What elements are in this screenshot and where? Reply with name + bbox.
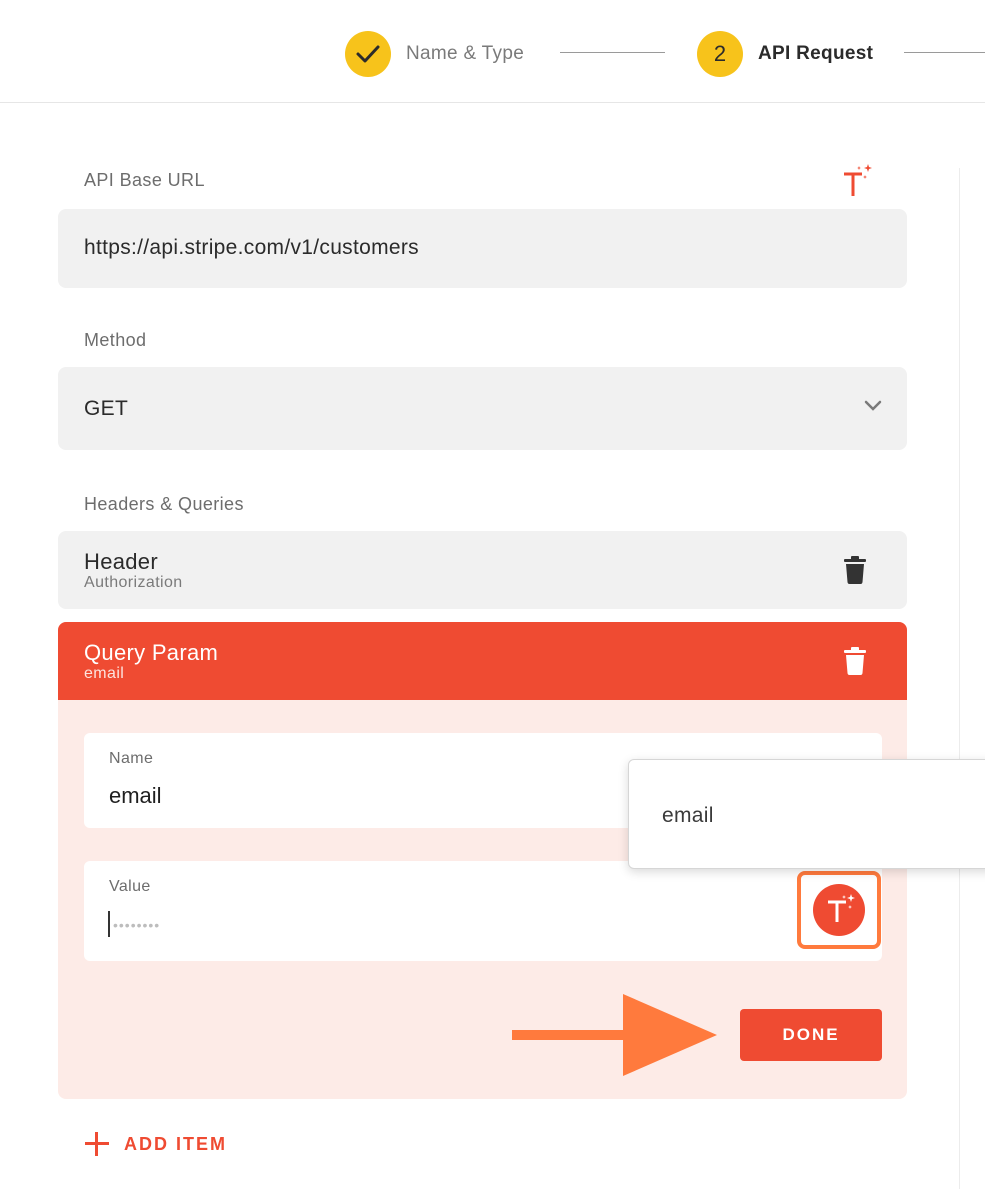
method-label: Method [84, 330, 147, 350]
step-2-active-badge[interactable]: 2 [697, 31, 743, 77]
done-button[interactable]: DONE [740, 1009, 882, 1061]
step-connector [904, 52, 985, 53]
add-item-button[interactable]: ADD ITEM [84, 1128, 227, 1160]
check-icon [356, 45, 380, 63]
trash-icon[interactable] [844, 647, 866, 675]
step-2-label[interactable]: API Request [758, 42, 873, 66]
insert-variable-button[interactable] [797, 871, 881, 949]
t-sparkle-icon[interactable] [838, 162, 878, 202]
step-1-complete-badge[interactable] [345, 31, 391, 77]
wizard-stepper: Name & Type 2 API Request [0, 0, 985, 103]
param-name-value: email [109, 783, 162, 808]
step-2-number: 2 [713, 41, 727, 66]
t-sparkle-icon [813, 884, 865, 936]
param-value-field[interactable]: Value •••••••• [84, 861, 882, 961]
api-base-url-label: API Base URL [84, 170, 205, 190]
param-value-label: Value [109, 878, 151, 895]
headers-queries-label: Headers & Queries [84, 494, 244, 514]
param-name-label: Name [109, 750, 154, 767]
header-item-title: Header [84, 549, 158, 574]
api-base-url-input[interactable]: https://api.stripe.com/v1/customers [58, 209, 907, 288]
query-param-subtitle: email [84, 665, 125, 682]
query-param-item-row[interactable]: Query Param email [58, 622, 907, 700]
suggestion-option-email[interactable]: email [662, 804, 714, 828]
plus-icon [84, 1131, 110, 1157]
text-cursor [108, 911, 110, 937]
method-value: GET [84, 397, 129, 420]
header-item-row[interactable]: Header Authorization [58, 531, 907, 609]
add-item-label: ADD ITEM [124, 1133, 227, 1154]
chevron-down-icon [864, 400, 882, 411]
header-item-subtitle: Authorization [84, 574, 183, 591]
arrow-right-icon [512, 994, 717, 1076]
step-1-label[interactable]: Name & Type [406, 42, 524, 66]
query-param-title: Query Param [84, 640, 219, 665]
trash-icon[interactable] [844, 556, 866, 584]
api-base-url-value: https://api.stripe.com/v1/customers [84, 236, 419, 259]
method-select[interactable]: GET [58, 367, 907, 450]
variable-suggestion-popup: email [628, 759, 985, 869]
step-connector [560, 52, 665, 53]
panel-divider [959, 168, 960, 1189]
param-value-masked: •••••••• [113, 917, 161, 933]
